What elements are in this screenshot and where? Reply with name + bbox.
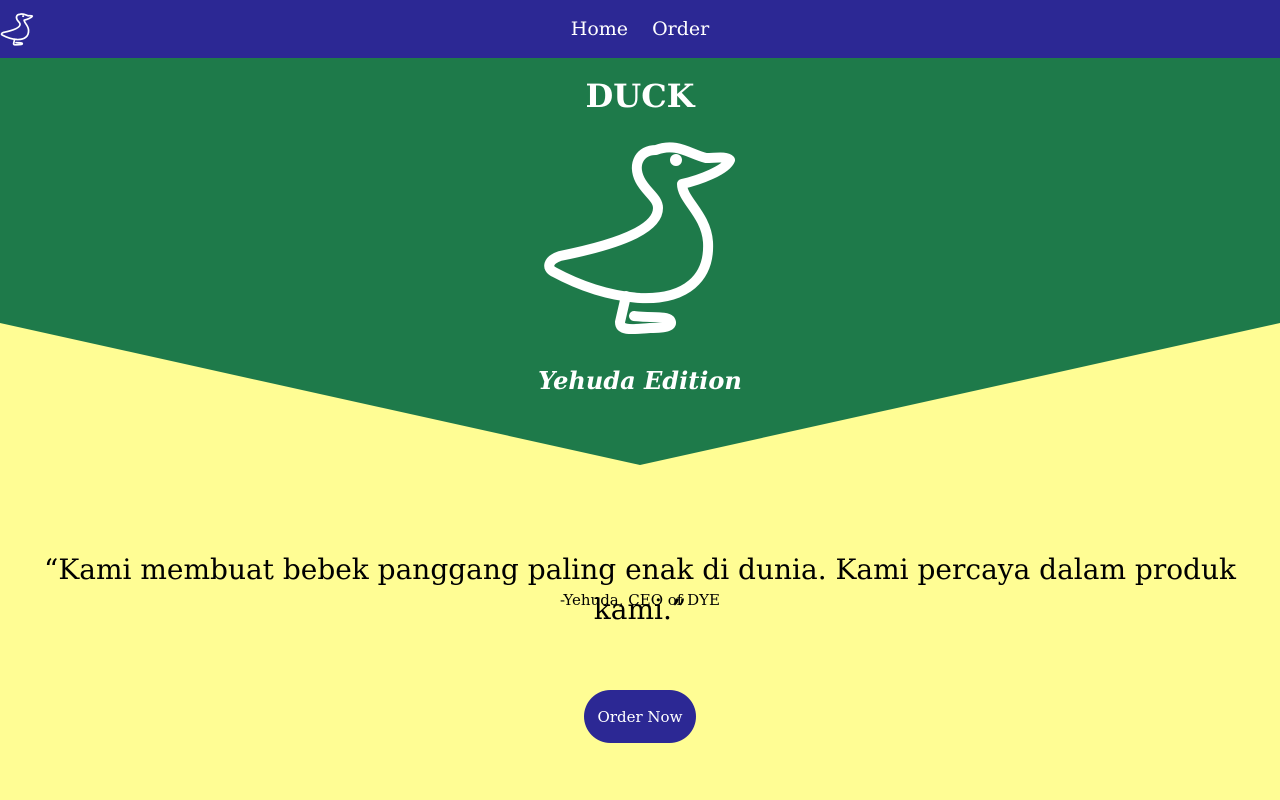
nav-link-home[interactable]: Home	[571, 18, 628, 40]
duck-illustration-icon	[544, 142, 735, 335]
quote-author: -Yehuda, CEO of DYE	[559, 591, 721, 609]
hero-title: DUCK	[585, 77, 695, 115]
hero-subtitle: Yehuda Edition	[538, 366, 742, 395]
nav-links: Home Order	[0, 0, 1280, 58]
navbar: Home Order	[0, 0, 1280, 58]
order-now-button[interactable]: Order Now	[584, 690, 696, 743]
nav-link-order[interactable]: Order	[652, 18, 709, 40]
